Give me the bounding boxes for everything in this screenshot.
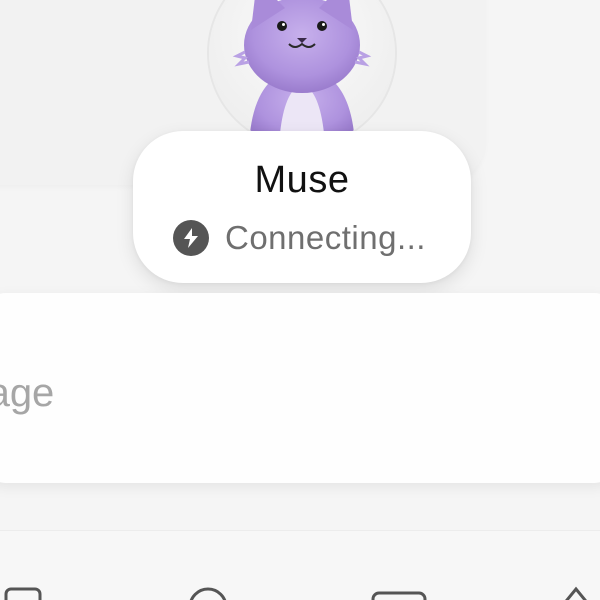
lightning-bolt-icon <box>173 220 209 256</box>
profile-name: Muse <box>254 159 350 201</box>
status-text: Connecting... <box>225 219 426 256</box>
home-icon[interactable] <box>552 583 600 600</box>
bottom-nav <box>0 530 600 600</box>
chat-bubble-icon[interactable] <box>4 583 44 600</box>
card-icon[interactable] <box>370 583 430 600</box>
purple-cat-avatar-icon <box>232 0 372 146</box>
message-input[interactable] <box>0 362 594 424</box>
app-screen: Muse Connecting... <box>0 0 600 600</box>
connection-status: Connecting... <box>173 219 426 257</box>
search-icon[interactable] <box>186 583 230 600</box>
avatar[interactable] <box>209 0 395 146</box>
profile-card: Muse Connecting... <box>133 131 471 283</box>
